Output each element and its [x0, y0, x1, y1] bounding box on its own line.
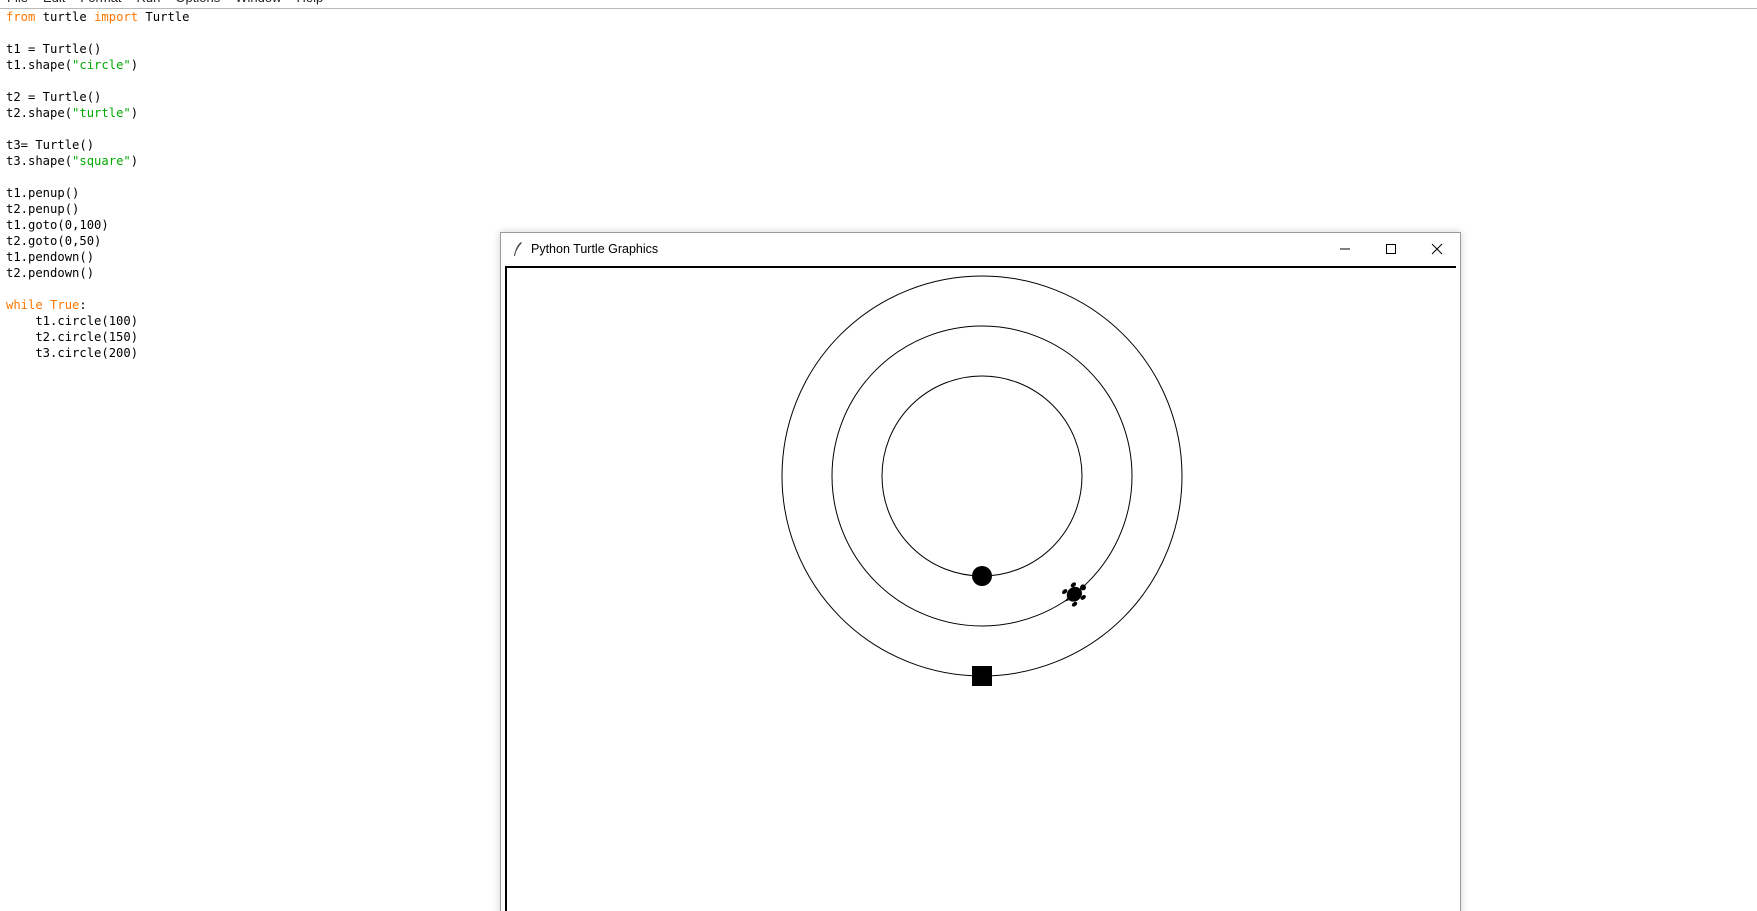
- menu-edit[interactable]: Edit: [36, 0, 73, 8]
- turtle-shape-icon: [1062, 582, 1087, 607]
- string-token: "circle": [72, 58, 131, 72]
- close-button[interactable]: [1414, 233, 1460, 264]
- path-t1: [881, 375, 1083, 577]
- desktop: FileEditFormatRunOptionsWindowHelp from …: [0, 0, 1757, 911]
- code-token: t1.shape(: [6, 58, 73, 72]
- code-token: ): [130, 58, 139, 72]
- code-line: from turtle import Turtle: [6, 9, 189, 25]
- close-icon: [1431, 243, 1443, 254]
- keyword-token: from: [6, 10, 36, 24]
- editor-menu-bar: FileEditFormatRunOptionsWindowHelp: [0, 0, 1757, 9]
- window-controls: [1322, 233, 1460, 264]
- code-token: t1 = Turtle(): [6, 42, 102, 56]
- code-token: t3.shape(: [6, 154, 73, 168]
- keyword-token: while: [6, 298, 43, 312]
- string-token: "square": [72, 154, 131, 168]
- code-line: t1 = Turtle(): [6, 41, 101, 57]
- code-line: t3.shape("square"): [6, 153, 138, 169]
- code-line: t1.shape("circle"): [6, 57, 138, 73]
- menu-file[interactable]: File: [0, 0, 36, 8]
- menu-run[interactable]: Run: [130, 0, 169, 8]
- code-token: t2 = Turtle(): [6, 90, 102, 104]
- code-line: t2.penup(): [6, 201, 79, 217]
- code-token: ): [130, 154, 139, 168]
- code-line: t1.circle(100): [6, 313, 138, 329]
- minimize-button[interactable]: [1322, 233, 1368, 264]
- keyword-token: import: [94, 10, 139, 24]
- code-line: t2.goto(0,50): [6, 233, 101, 249]
- code-line: t1.pendown(): [6, 249, 94, 265]
- menu-format[interactable]: Format: [73, 0, 129, 8]
- circle-turtle-icon: [972, 566, 992, 586]
- window-title: Python Turtle Graphics: [531, 241, 659, 256]
- menu-window[interactable]: Window: [228, 0, 289, 8]
- code-token: t3.circle(200): [6, 346, 139, 360]
- code-line: t2.shape("turtle"): [6, 105, 138, 121]
- string-token: "turtle": [72, 106, 131, 120]
- keyword-token: True: [50, 298, 80, 312]
- turtle-graphics-window[interactable]: Python Turtle Graphics: [500, 232, 1461, 911]
- maximize-button[interactable]: [1368, 233, 1414, 264]
- square-turtle-icon: [972, 666, 992, 686]
- code-token: turtle: [35, 10, 95, 24]
- feather-icon: [511, 241, 525, 257]
- code-token: t2.pendown(): [6, 266, 95, 280]
- code-line: t3.circle(200): [6, 345, 138, 361]
- code-token: t2.shape(: [6, 106, 73, 120]
- code-token: t3= Turtle(): [6, 138, 95, 152]
- code-token: t1.circle(100): [6, 314, 139, 328]
- menu-options[interactable]: Options: [168, 0, 228, 8]
- menu-help[interactable]: Help: [289, 0, 331, 8]
- turtle-canvas[interactable]: [507, 268, 1456, 911]
- code-token: Turtle: [138, 10, 190, 24]
- code-token: t2.goto(0,50): [6, 234, 102, 248]
- code-line: while True:: [6, 297, 87, 313]
- code-line: t1.goto(0,100): [6, 217, 109, 233]
- maximize-icon: [1386, 243, 1396, 254]
- code-token: t2.penup(): [6, 202, 80, 216]
- path-t3: [781, 275, 1183, 677]
- minimize-icon: [1340, 248, 1350, 249]
- code-token: :: [79, 298, 87, 312]
- code-line: t2.pendown(): [6, 265, 94, 281]
- code-token: t2.circle(150): [6, 330, 139, 344]
- code-line: t2 = Turtle(): [6, 89, 101, 105]
- window-title-bar[interactable]: Python Turtle Graphics: [501, 233, 1460, 264]
- code-token: t1.goto(0,100): [6, 218, 109, 232]
- turtle-canvas-frame: [505, 266, 1456, 911]
- code-line: t1.penup(): [6, 185, 79, 201]
- code-line: t3= Turtle(): [6, 137, 94, 153]
- code-line: t2.circle(150): [6, 329, 138, 345]
- code-token: ): [130, 106, 139, 120]
- code-token: t1.pendown(): [6, 250, 95, 264]
- code-token: t1.penup(): [6, 186, 80, 200]
